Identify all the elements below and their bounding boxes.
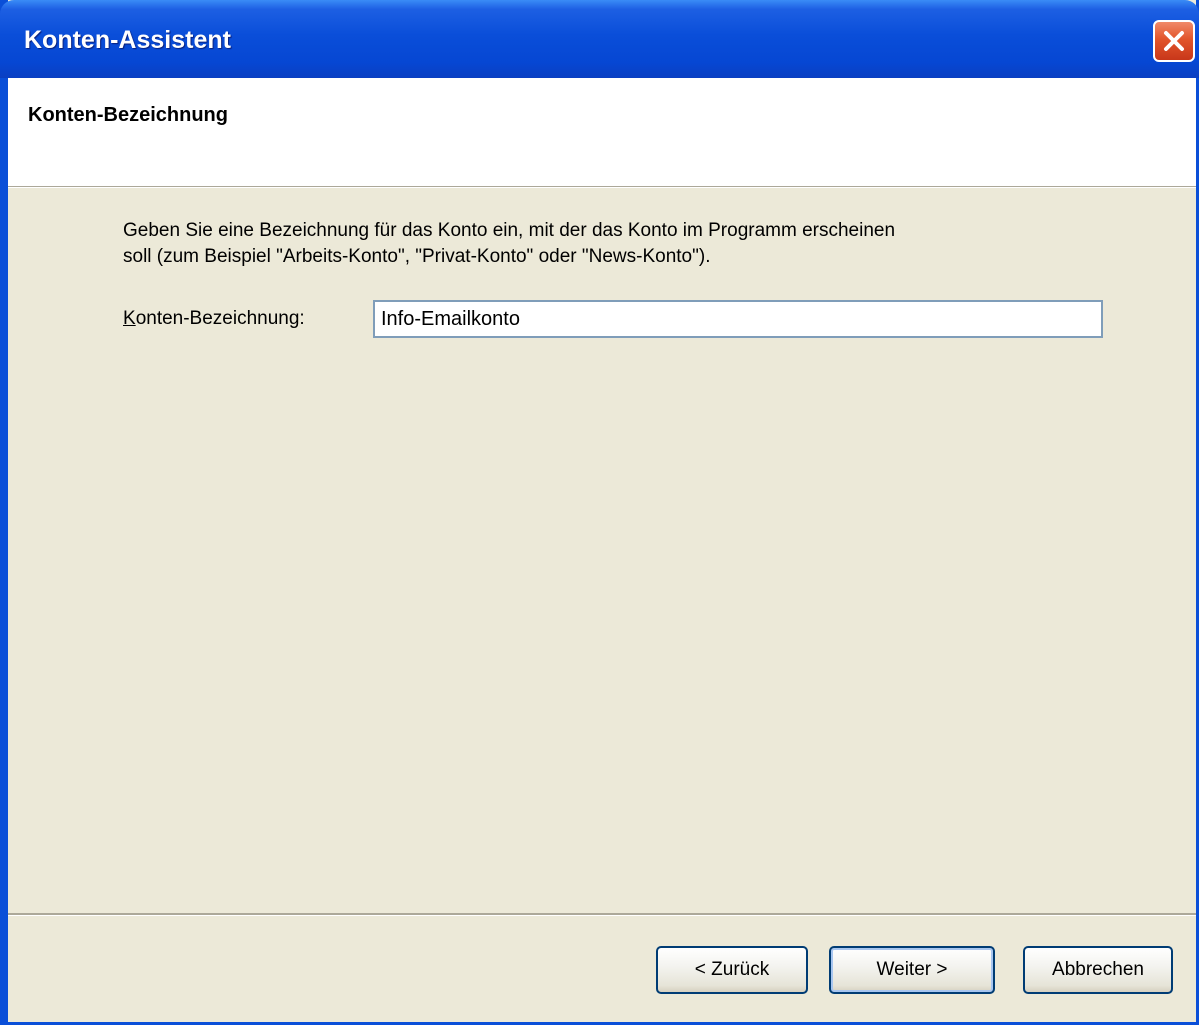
- cancel-button[interactable]: Abbrechen: [1023, 946, 1173, 994]
- account-name-input[interactable]: [373, 300, 1103, 338]
- instruction-text: Geben Sie eine Bezeichnung für das Konto…: [123, 218, 1123, 270]
- wizard-header: Konten-Bezeichnung: [8, 78, 1196, 187]
- next-button[interactable]: Weiter >: [829, 946, 995, 994]
- title-bar[interactable]: Konten-Assistent: [0, 0, 1199, 78]
- back-button[interactable]: < Zurück: [656, 946, 808, 994]
- wizard-content: Geben Sie eine Bezeichnung für das Konto…: [8, 188, 1196, 912]
- footer-divider: [8, 913, 1196, 916]
- account-name-label-accesskey: K: [123, 308, 136, 329]
- wizard-window: Konten-Assistent Konten-Bezeichnung Gebe…: [0, 0, 1199, 1025]
- window-title: Konten-Assistent: [24, 26, 231, 54]
- instruction-line-1: Geben Sie eine Bezeichnung für das Konto…: [123, 220, 896, 241]
- page-title: Konten-Bezeichnung: [28, 104, 228, 126]
- instruction-line-2: soll (zum Beispiel "Arbeits-Konto", "Pri…: [123, 246, 711, 267]
- account-name-label-text: onten-Bezeichnung:: [135, 308, 305, 329]
- close-x-icon: [1164, 31, 1184, 51]
- account-name-label: Konten-Bezeichnung:: [123, 308, 305, 330]
- close-button[interactable]: [1153, 20, 1195, 62]
